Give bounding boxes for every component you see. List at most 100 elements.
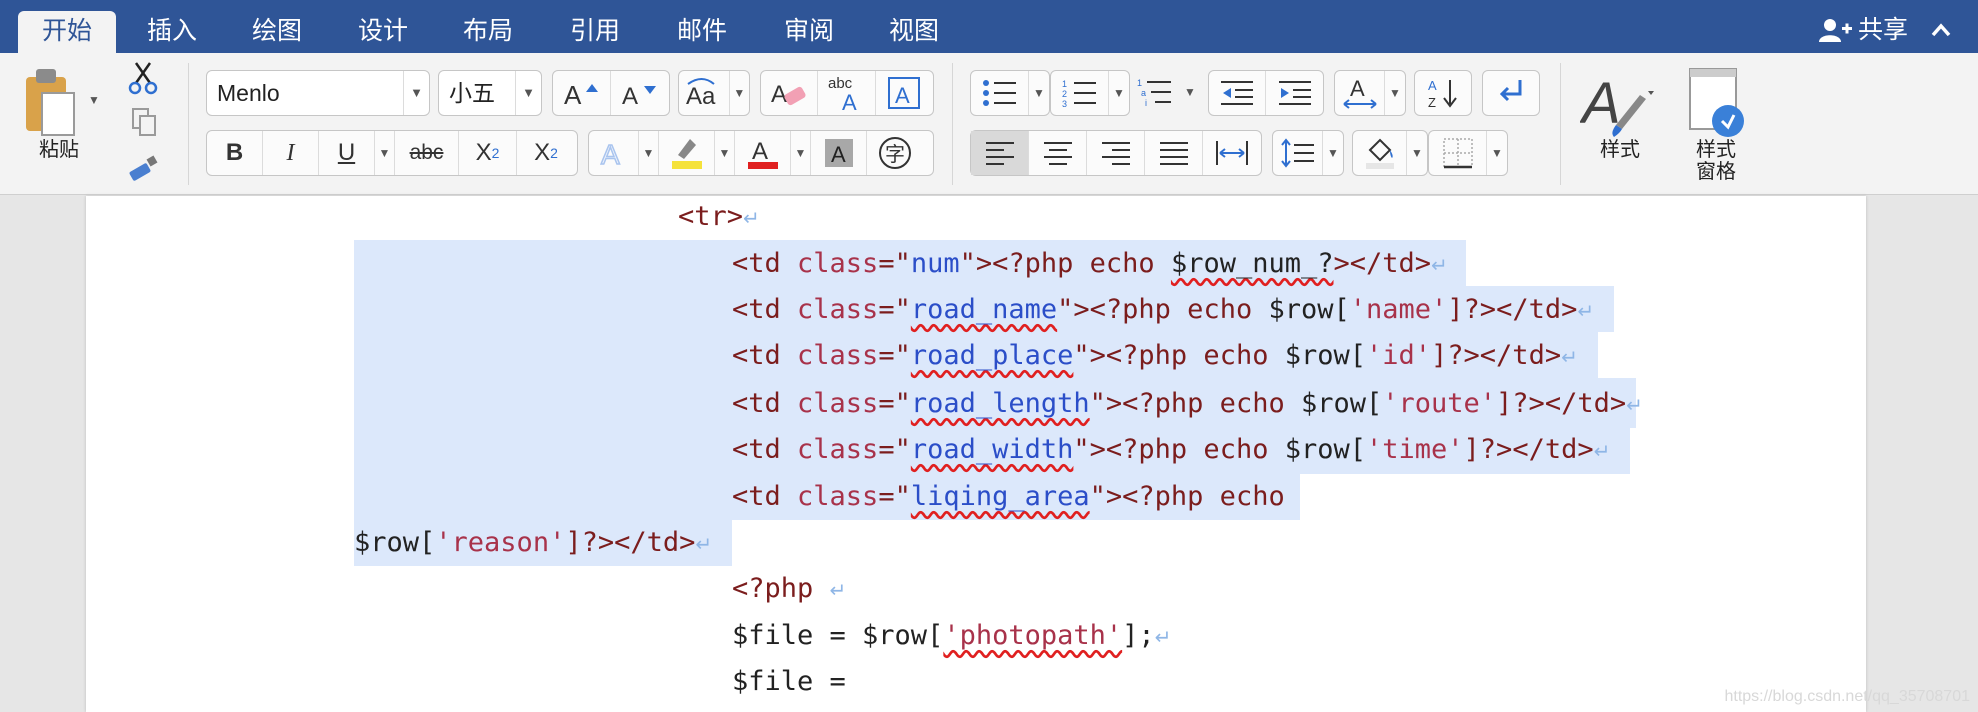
paste-button[interactable] (20, 63, 82, 143)
svg-text:Aa: Aa (686, 83, 716, 110)
code-token: <td (732, 434, 798, 465)
paragraph-mark-icon: ↵ (1154, 625, 1172, 649)
code-token: $row[ (1284, 340, 1366, 371)
chevron-down-icon[interactable]: ▼ (1385, 71, 1405, 115)
numbered-list-icon[interactable]: 123 (1051, 71, 1109, 115)
code-token: =" (878, 481, 911, 512)
enclose-character-icon[interactable]: 字 (867, 131, 923, 175)
paste-dropdown-icon[interactable]: ▼ (88, 93, 100, 107)
chevron-down-icon[interactable]: ▼ (639, 131, 659, 175)
italic-button[interactable]: I (263, 131, 319, 175)
code-line[interactable]: <tr>↵ (678, 194, 760, 240)
chevron-down-icon[interactable]: ▼ (730, 71, 749, 115)
tab-layout[interactable]: 布局 (450, 11, 526, 53)
text-box-icon[interactable]: A (876, 71, 933, 115)
font-color-group: A ▼ ▼ A ▼ A 字 (588, 130, 934, 176)
grow-font-icon[interactable]: A (553, 71, 611, 115)
tab-mailings[interactable]: 邮件 (664, 11, 740, 53)
font-name-combo[interactable]: Menlo ▼ (206, 70, 430, 116)
clear-formatting-icon[interactable]: A (761, 71, 819, 115)
line-spacing-icon[interactable] (1273, 131, 1323, 175)
svg-text:1: 1 (1137, 78, 1142, 88)
code-line[interactable]: <td class="liqing_area"><?php echo (732, 474, 1285, 520)
chevron-down-icon[interactable]: ▼ (715, 131, 735, 175)
font-size-combo[interactable]: 小五 ▼ (438, 70, 542, 116)
chevron-down-icon[interactable]: ▼ (1323, 131, 1343, 175)
code-line[interactable]: <td class="road_length"><?php echo $row[… (732, 381, 1643, 427)
justify-icon[interactable] (1145, 131, 1203, 175)
styles-pane-icon[interactable] (1686, 67, 1748, 141)
tab-draw[interactable]: 绘图 (239, 11, 315, 53)
tab-home[interactable]: 开始 (18, 11, 116, 53)
text-effects-icon[interactable]: A (589, 131, 639, 175)
cut-icon[interactable] (128, 61, 158, 95)
code-line[interactable]: $file = (732, 659, 846, 705)
bullet-list-icon[interactable] (971, 71, 1029, 115)
code-line[interactable]: <td class="road_width"><?php echo $row['… (732, 427, 1610, 473)
subscript-button[interactable]: X2 (459, 131, 517, 175)
code-token: "><?php echo (1073, 434, 1285, 465)
tab-insert[interactable]: 插入 (134, 11, 210, 53)
increase-indent-icon[interactable] (1266, 71, 1323, 115)
code-line[interactable]: <td class="road_name"><?php echo $row['n… (732, 287, 1594, 333)
code-line[interactable]: <td class="road_place"><?php echo $row['… (732, 333, 1578, 379)
font-size-step-group: A A (552, 70, 670, 116)
svg-text:A: A (752, 138, 768, 165)
chevron-down-icon[interactable]: ▼ (1109, 71, 1129, 115)
chevron-down-icon[interactable]: ▼ (1180, 70, 1200, 114)
code-token: $row[ (1284, 434, 1366, 465)
copy-icon[interactable] (130, 107, 158, 137)
chevron-down-icon[interactable]: ▼ (515, 71, 541, 115)
code-line[interactable]: <?php ↵ (732, 566, 846, 612)
sort-group: AZ (1414, 70, 1472, 116)
line-spacing-group: ▼ (1272, 130, 1344, 176)
share-button[interactable]: 共享 (1818, 10, 1908, 50)
superscript-label: X (534, 139, 551, 166)
chevron-down-icon[interactable]: ▼ (1487, 131, 1507, 175)
collapse-ribbon-icon[interactable] (1930, 10, 1952, 50)
svg-text:A: A (1428, 78, 1437, 93)
decrease-indent-icon[interactable] (1209, 71, 1267, 115)
tab-references[interactable]: 引用 (557, 11, 633, 53)
paragraph-mark-icon: ↵ (695, 532, 713, 556)
chevron-down-icon[interactable]: ▼ (1029, 71, 1049, 115)
tab-design[interactable]: 设计 (345, 11, 421, 53)
code-token: =" (878, 340, 911, 371)
code-line[interactable]: <td class="num"><?php echo $row_num_?></… (732, 241, 1448, 287)
chevron-down-icon[interactable]: ▼ (791, 131, 811, 175)
paragraph-mark-icon: ↵ (1431, 253, 1448, 277)
align-left-icon[interactable] (971, 131, 1029, 175)
chevron-down-icon[interactable]: ▼ (1407, 131, 1427, 175)
code-token: =" (878, 294, 911, 325)
highlight-icon[interactable] (659, 131, 715, 175)
styles-gallery-icon[interactable]: A (1580, 67, 1656, 141)
align-right-icon[interactable] (1087, 131, 1145, 175)
shrink-font-icon[interactable]: A (611, 71, 669, 115)
code-token: $file = (732, 666, 846, 697)
text-direction-icon[interactable]: A (1335, 71, 1385, 115)
paint-bucket-icon[interactable] (1353, 131, 1407, 175)
code-line[interactable]: $row['reason']?></td>↵ (354, 520, 712, 566)
paragraph-mark-icon[interactable] (1483, 71, 1539, 115)
tab-review[interactable]: 审阅 (771, 11, 847, 53)
sort-icon[interactable]: AZ (1415, 71, 1471, 115)
borders-icon[interactable] (1429, 131, 1487, 175)
underline-button[interactable]: U (319, 131, 375, 175)
spelling-abc-icon[interactable]: abc A (818, 71, 876, 115)
change-case-icon[interactable]: Aa (679, 71, 730, 115)
code-line[interactable]: $file = $row['photopath'];↵ (732, 613, 1171, 659)
text-direction-group: A ▼ (1334, 70, 1406, 116)
multilevel-list-icon[interactable]: 1ai (1130, 70, 1180, 114)
align-center-icon[interactable] (1029, 131, 1087, 175)
superscript-button[interactable]: X2 (517, 131, 575, 175)
tab-view[interactable]: 视图 (876, 11, 952, 53)
clear-format-group: A abc A A (760, 70, 934, 116)
character-shading-icon[interactable]: A (811, 131, 867, 175)
underline-dropdown-icon[interactable]: ▼ (375, 131, 395, 175)
font-color-icon[interactable]: A (735, 131, 791, 175)
distributed-icon[interactable] (1203, 131, 1261, 175)
bold-button[interactable]: B (207, 131, 263, 175)
format-painter-icon[interactable] (128, 153, 160, 183)
strikethrough-button[interactable]: abc (395, 131, 459, 175)
chevron-down-icon[interactable]: ▼ (403, 71, 429, 115)
